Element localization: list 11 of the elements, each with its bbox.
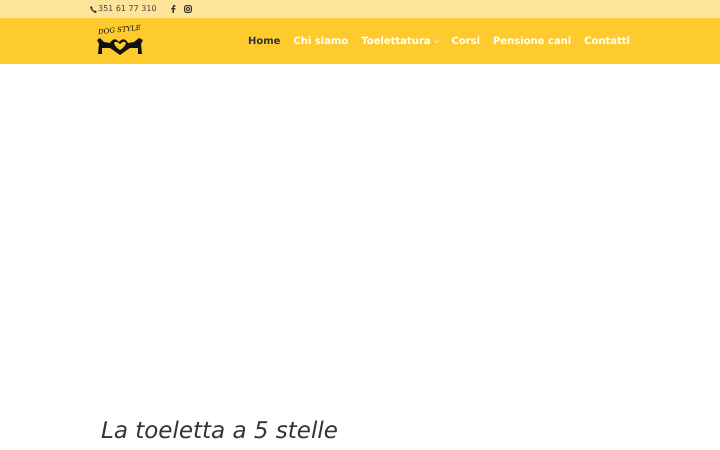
nav-link[interactable]: Pensione cani — [493, 34, 572, 48]
nav-link[interactable]: Contatti — [584, 34, 630, 48]
phone-number[interactable]: 351 61 77 310 — [98, 3, 157, 15]
nav-link[interactable]: Chi siamo — [293, 34, 348, 48]
nav-link[interactable]: Corsi — [452, 34, 480, 48]
nav-link[interactable]: Home — [248, 34, 280, 48]
phone-icon — [90, 6, 97, 12]
page-heading: La toeletta a 5 stelle — [100, 417, 339, 446]
nav-link[interactable]: Toelettatura — [361, 34, 439, 48]
instagram-icon[interactable] — [184, 5, 192, 13]
facebook-icon[interactable] — [170, 5, 176, 13]
